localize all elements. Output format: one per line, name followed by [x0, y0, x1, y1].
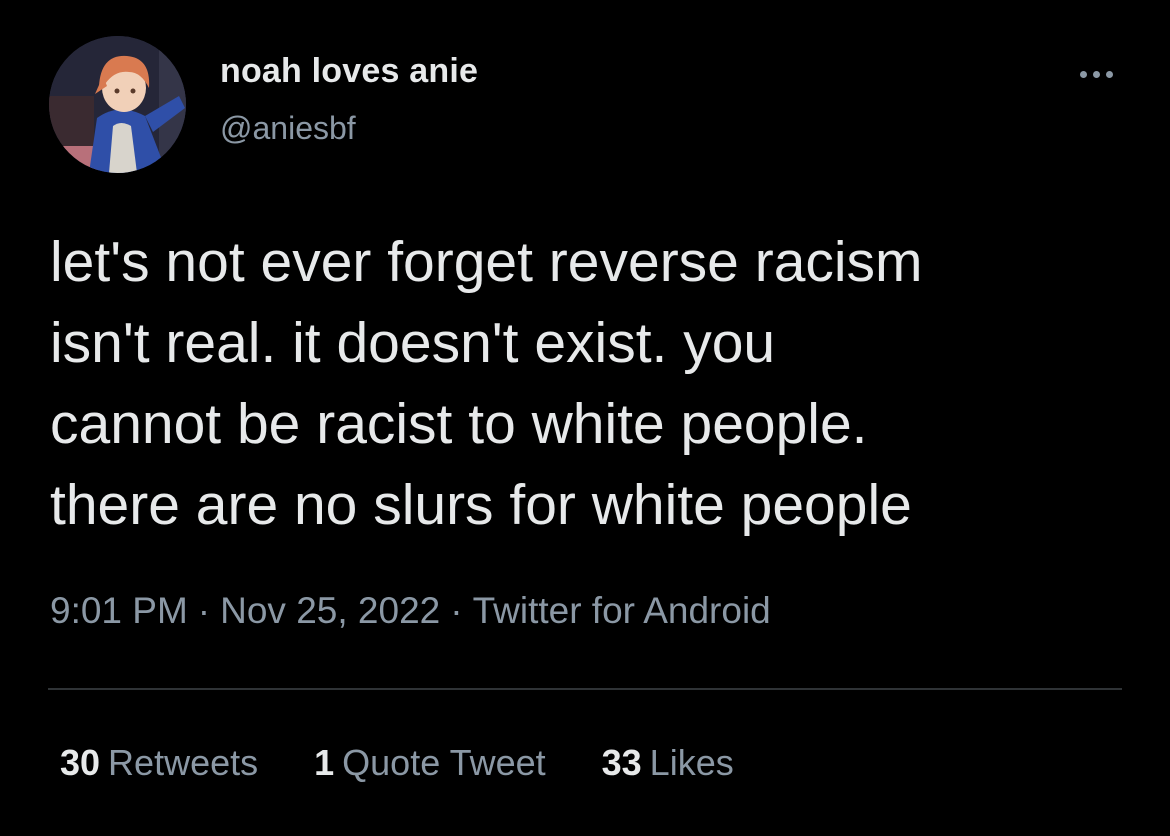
retweets-stat[interactable]: 30 Retweets — [60, 742, 258, 784]
tweet-stats: 30 Retweets 1 Quote Tweet 33 Likes — [60, 742, 790, 784]
divider — [48, 688, 1122, 690]
more-horizontal-icon-dot — [1092, 70, 1100, 78]
tweet-time[interactable]: 9:01 PM — [50, 590, 188, 631]
retweets-label: Retweets — [108, 742, 259, 783]
more-options-button[interactable] — [1068, 56, 1124, 92]
tweet-source[interactable]: Twitter for Android — [473, 590, 771, 631]
tweet-meta: 9:01 PM · Nov 25, 2022 · Twitter for Android — [50, 590, 771, 632]
meta-separator: · — [197, 590, 211, 631]
user-handle[interactable]: @aniesbf — [220, 110, 356, 147]
avatar[interactable] — [49, 36, 186, 173]
quote-tweets-label: Quote Tweet — [342, 742, 546, 783]
tweet-card: noah loves anie @aniesbf let's not ever … — [0, 0, 1170, 836]
more-horizontal-icon-dot — [1105, 70, 1113, 78]
likes-label: Likes — [649, 742, 734, 783]
avatar-image — [49, 36, 186, 173]
quote-tweets-stat[interactable]: 1 Quote Tweet — [314, 742, 546, 784]
tweet-date[interactable]: Nov 25, 2022 — [220, 590, 440, 631]
retweets-count: 30 — [60, 742, 101, 783]
meta-separator: · — [450, 590, 463, 631]
more-horizontal-icon — [1079, 70, 1087, 78]
display-name[interactable]: noah loves anie — [220, 52, 478, 91]
tweet-text: let's not ever forget reverse racism isn… — [50, 230, 923, 537]
quote-tweets-count: 1 — [314, 742, 335, 783]
likes-stat[interactable]: 33 Likes — [602, 742, 734, 784]
likes-count: 33 — [601, 742, 642, 783]
